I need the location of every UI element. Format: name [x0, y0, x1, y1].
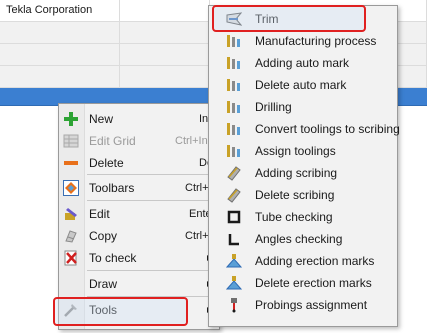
submenu-item-label: Delete auto mark [255, 78, 347, 92]
submenu-item-tube-checking[interactable]: Tube checking [209, 206, 397, 228]
table-cell[interactable] [120, 44, 210, 65]
convert-toolings-icon [227, 123, 240, 135]
menu-separator [87, 174, 217, 175]
plus-icon [64, 112, 78, 126]
submenu-item-label: Adding auto mark [255, 56, 350, 70]
submenu-item-delete-erection-marks[interactable]: Delete erection marks [209, 272, 397, 294]
menu-item-label: Delete [89, 156, 124, 170]
menu-item-draw[interactable]: Draw [59, 273, 219, 295]
submenu-item-label: Tube checking [255, 210, 333, 224]
menu-item-new[interactable]: New Ins [59, 108, 219, 130]
submenu-item-trim[interactable]: Trim [209, 8, 397, 30]
table-cell[interactable] [0, 66, 120, 87]
menu-item-delete[interactable]: Delete Del [59, 152, 219, 174]
menu-item-edit[interactable]: Edit Enter [59, 203, 219, 225]
copy-icon [65, 230, 77, 243]
delete-scribing-icon [227, 188, 241, 203]
submenu-item-label: Adding erection marks [255, 254, 375, 268]
submenu-item-label: Delete erection marks [255, 276, 372, 290]
tube-checking-icon [227, 210, 241, 224]
submenu-item-label: Probings assignment [255, 298, 368, 312]
context-menu: New Ins Edit Grid Ctrl+Ins Delete Del To… [58, 103, 220, 330]
menu-item-label: New [89, 112, 114, 126]
table-cell[interactable]: Tekla Corporation [0, 0, 120, 21]
submenu-item-label: Trim [255, 12, 279, 26]
submenu-item-angles-checking[interactable]: Angles checking [209, 228, 397, 250]
delete-erection-marks-icon [226, 276, 242, 290]
menu-item-label: Toolbars [89, 181, 135, 195]
submenu-item-label: Manufacturing process [255, 34, 377, 48]
table-cell[interactable] [0, 44, 120, 65]
menu-item-label: To check [89, 251, 137, 265]
minus-icon [64, 161, 78, 165]
edit-icon [65, 208, 77, 220]
table-cell[interactable] [0, 22, 120, 43]
menu-item-to-check[interactable]: To check [59, 247, 219, 269]
auto-mark-icon [227, 57, 240, 69]
menu-separator [87, 200, 217, 201]
submenu-item-label: Delete scribing [255, 188, 335, 202]
tools-icon [64, 304, 77, 317]
trim-icon [226, 12, 242, 26]
assign-toolings-icon [227, 145, 240, 157]
manufacturing-icon [227, 35, 240, 47]
table-cell[interactable] [120, 22, 210, 43]
submenu-item-convert-toolings[interactable]: Convert toolings to scribing [209, 118, 400, 140]
menu-item-edit-grid[interactable]: Edit Grid Ctrl+Ins [59, 130, 219, 152]
submenu-item-probings-assignment[interactable]: Probings assignment [209, 294, 397, 316]
submenu-item-label: Drilling [255, 100, 292, 114]
edit-grid-icon [63, 134, 79, 148]
menu-separator [87, 296, 217, 297]
angles-checking-icon [228, 234, 239, 246]
adding-scribing-icon [227, 166, 241, 181]
submenu-item-label: Assign toolings [255, 144, 336, 158]
menu-item-label: Draw [89, 277, 118, 291]
submenu-item-adding-scribing[interactable]: Adding scribing [209, 162, 397, 184]
menu-item-label: Edit [89, 207, 110, 221]
submenu-item-label: Adding scribing [255, 166, 338, 180]
delete-auto-mark-icon [227, 79, 240, 91]
menu-item-label: Edit Grid [89, 134, 136, 148]
submenu-item-label: Convert toolings to scribing [255, 122, 400, 136]
submenu-item-label: Angles checking [255, 232, 343, 246]
tools-submenu: Trim Manufacturing process Adding auto m… [208, 5, 400, 327]
table-cell[interactable] [120, 0, 210, 21]
submenu-item-delete-auto-mark[interactable]: Delete auto mark [209, 74, 397, 96]
to-check-icon [64, 250, 77, 266]
drilling-icon [227, 101, 240, 113]
probings-icon [231, 298, 237, 313]
submenu-item-delete-scribing[interactable]: Delete scribing [209, 184, 397, 206]
menu-item-label: Copy [89, 229, 118, 243]
erection-marks-icon [226, 254, 242, 268]
submenu-item-assign-toolings[interactable]: Assign toolings [209, 140, 397, 162]
toolbars-icon [63, 180, 79, 196]
submenu-item-adding-auto-mark[interactable]: Adding auto mark [209, 52, 397, 74]
menu-item-toolbars[interactable]: Toolbars Ctrl+B [59, 177, 219, 199]
menu-item-tools[interactable]: Tools [59, 299, 219, 321]
menu-item-label: Tools [89, 303, 118, 317]
submenu-item-drilling[interactable]: Drilling [209, 96, 397, 118]
submenu-item-manufacturing-process[interactable]: Manufacturing process [209, 30, 397, 52]
menu-separator [87, 270, 217, 271]
submenu-item-adding-erection-marks[interactable]: Adding erection marks [209, 250, 397, 272]
table-cell[interactable] [120, 66, 210, 87]
menu-item-copy[interactable]: Copy Ctrl+C [59, 225, 219, 247]
